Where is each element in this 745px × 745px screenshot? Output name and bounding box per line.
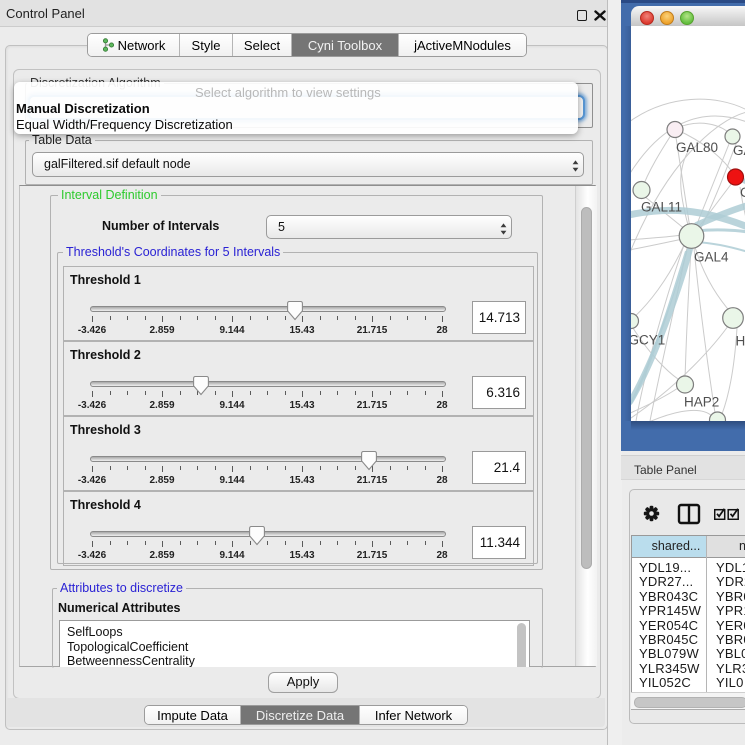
- svg-text:GAL4: GAL4: [694, 250, 729, 265]
- svg-text:GAL80: GAL80: [676, 140, 718, 155]
- svg-text:CY: CY: [740, 185, 745, 200]
- svg-text:GA: GA: [733, 143, 745, 158]
- svg-text:GCY1: GCY1: [631, 333, 665, 348]
- svg-text:GAL11: GAL11: [641, 200, 682, 215]
- svg-text:HI: HI: [736, 334, 745, 349]
- svg-text:HAP2: HAP2: [684, 395, 719, 410]
